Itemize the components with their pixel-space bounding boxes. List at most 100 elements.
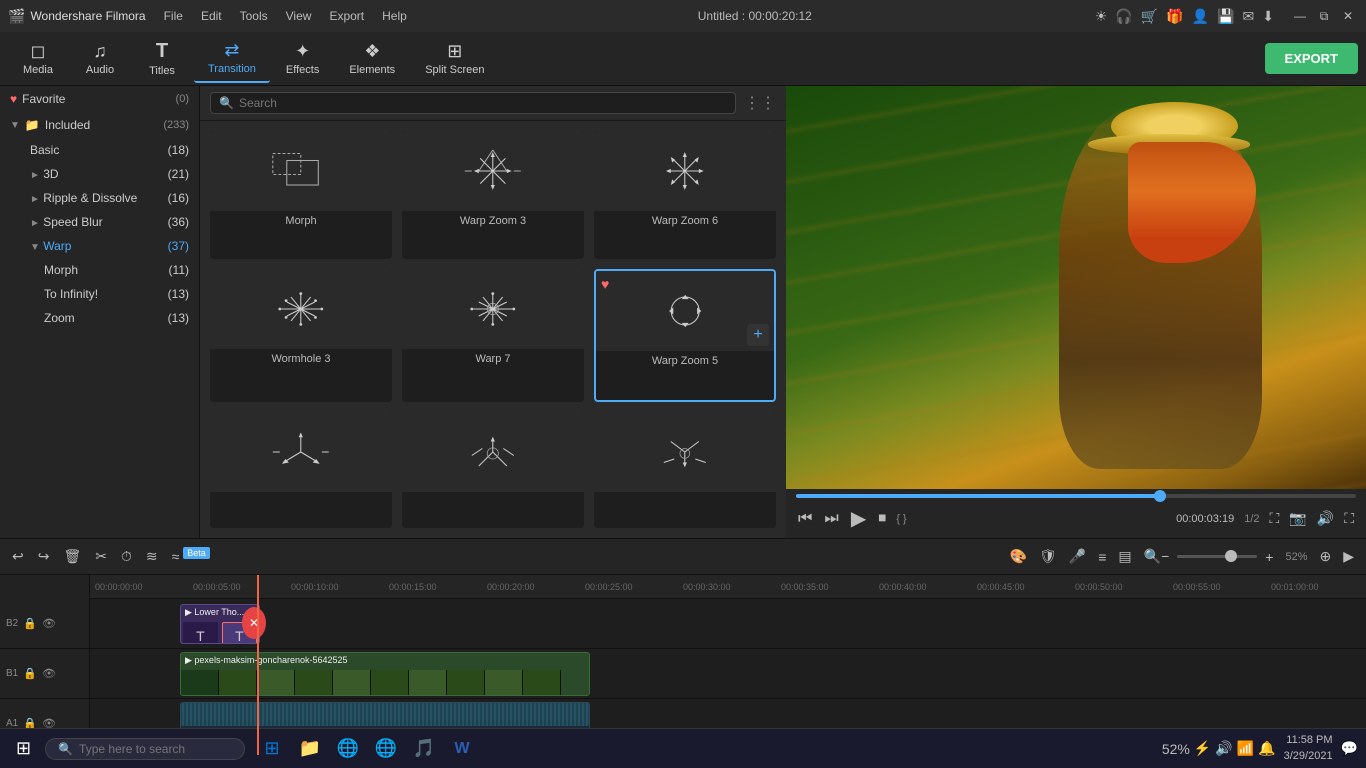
zoom-slider[interactable] (1177, 555, 1257, 558)
toolbar-transition[interactable]: ⇄ Transition (194, 35, 270, 83)
taskbar-app-windows[interactable]: ⊞ (255, 732, 289, 766)
search-box[interactable]: 🔍 (210, 92, 736, 114)
category-favorite[interactable]: ♥ Favorite (0) (0, 86, 199, 112)
fullscreen-button[interactable]: ⛶ (1268, 508, 1282, 529)
category-warp[interactable]: ▼ Warp (37) (0, 234, 199, 258)
mic-button[interactable]: 🎤 (1065, 546, 1090, 567)
brightness-icon[interactable]: ☀ (1095, 8, 1108, 25)
step-back-button[interactable]: ⏮ (796, 508, 814, 530)
stop-button[interactable]: ⏹ (876, 508, 888, 530)
taskbar-app-music[interactable]: 🎵 (407, 732, 441, 766)
account-icon[interactable]: 👤 (1192, 8, 1209, 25)
save-icon[interactable]: 💾 (1217, 8, 1234, 25)
chevron-right-icon: ► (30, 170, 40, 181)
audio-button[interactable]: ≈ Beta (168, 546, 214, 567)
menu-edit[interactable]: Edit (193, 7, 230, 25)
grid-toggle-icon[interactable]: ⋮⋮ (744, 93, 776, 113)
lock-icon-b2[interactable]: 🔒 (23, 617, 37, 630)
export-button[interactable]: EXPORT (1265, 43, 1358, 74)
close-button[interactable]: ✕ (1338, 6, 1358, 26)
zoom-in-button[interactable]: + (1261, 547, 1277, 567)
toolbar-audio[interactable]: ♫ Audio (70, 35, 130, 83)
transition-warp7[interactable]: Warp 7 (402, 269, 584, 401)
toolbar-media[interactable]: ◻ Media (8, 35, 68, 83)
transition-wormhole3[interactable]: Wormhole 3 (210, 269, 392, 401)
headphone-icon[interactable]: 🎧 (1115, 8, 1132, 25)
volume-button[interactable]: 🔊 (1315, 508, 1336, 529)
fit-button[interactable]: ⊕ (1315, 546, 1335, 567)
category-3d[interactable]: ► 3D (21) (0, 162, 199, 186)
taskbar-app-word[interactable]: W (445, 732, 479, 766)
toolbar-effects[interactable]: ✦ Effects (272, 35, 333, 83)
category-morph[interactable]: Morph (11) (0, 258, 199, 282)
add-transition-icon[interactable]: + (747, 324, 769, 346)
progress-thumb[interactable] (1154, 490, 1166, 502)
undo-button[interactable]: ↩ (8, 546, 28, 567)
transition-warpzoom3[interactable]: Warp Zoom 3 (402, 131, 584, 259)
transition-warpzoom5[interactable]: ♥ + Warp Zoom 5 (594, 269, 776, 401)
transition-row3c[interactable] (594, 412, 776, 528)
menu-tools[interactable]: Tools (232, 7, 276, 25)
minimize-button[interactable]: — (1290, 6, 1310, 26)
basic-count: (18) (168, 143, 189, 157)
eye-icon-b2[interactable]: 👁 (42, 617, 56, 630)
gift-icon[interactable]: 🎁 (1166, 8, 1183, 25)
category-basic[interactable]: Basic (18) (0, 138, 199, 162)
taskbar-app-chrome[interactable]: 🌐 (369, 732, 403, 766)
mail-icon[interactable]: ✉ (1243, 8, 1255, 25)
subtitle-button[interactable]: ▤ (1114, 546, 1135, 567)
category-toinfinity[interactable]: To Infinity! (13) (0, 282, 199, 306)
category-zoom[interactable]: Zoom (13) (0, 306, 199, 330)
taskbar-app-folder[interactable]: 📁 (293, 732, 327, 766)
duration-button[interactable]: ⏱ (117, 546, 136, 567)
menu-export[interactable]: Export (321, 7, 372, 25)
play-button[interactable]: ▶ (849, 504, 868, 533)
start-button[interactable]: ⊞ (8, 734, 39, 763)
transition-warpzoom6[interactable]: Warp Zoom 6 (594, 131, 776, 259)
menu-file[interactable]: File (156, 7, 191, 25)
category-speedblur[interactable]: ► Speed Blur (36) (0, 210, 199, 234)
download-icon[interactable]: ⬇ (1262, 8, 1274, 25)
video-clip[interactable]: ▶ pexels-maksim-goncharenok-5642525 (180, 652, 590, 696)
redo-button[interactable]: ↪ (34, 546, 54, 567)
category-ripple[interactable]: ► Ripple & Dissolve (16) (0, 186, 199, 210)
volume-icon[interactable]: 🔊 (1215, 740, 1232, 757)
shop-icon[interactable]: 🛒 (1141, 8, 1158, 25)
notification-icon[interactable]: 🔔 (1258, 740, 1275, 757)
toolbar-titles[interactable]: T Titles (132, 35, 192, 83)
notification-panel-icon[interactable]: 💬 (1341, 740, 1358, 757)
color-button[interactable]: 🎨 (1006, 546, 1031, 567)
menu-view[interactable]: View (278, 7, 320, 25)
menu-help[interactable]: Help (374, 7, 415, 25)
zoom-out-button[interactable]: 🔍− (1140, 546, 1174, 567)
transition-row3a[interactable] (210, 412, 392, 528)
taskbar-search[interactable]: 🔍 (45, 738, 245, 760)
progress-bar[interactable] (796, 494, 1356, 498)
lock-icon-b1[interactable]: 🔒 (23, 667, 37, 680)
category-included[interactable]: ▼ 📁 Included (233) (0, 112, 199, 138)
caption-button[interactable]: ≡ (1094, 547, 1110, 567)
transition-marker[interactable]: ✕ (242, 607, 266, 639)
expand-button[interactable]: ⛶ (1342, 508, 1356, 529)
split-button[interactable]: ≋ (142, 546, 162, 567)
maximize-button[interactable]: ⧉ (1314, 6, 1334, 26)
taskbar-app-edge[interactable]: 🌐 (331, 732, 365, 766)
transition-row3b[interactable] (402, 412, 584, 528)
taskbar-clock[interactable]: 11:58 PM 3/29/2021 (1284, 733, 1333, 764)
included-count: (233) (163, 119, 189, 131)
zoom-thumb[interactable] (1225, 550, 1237, 562)
search-input[interactable] (239, 96, 727, 110)
taskbar-search-input[interactable] (79, 742, 234, 756)
network-icon[interactable]: 📶 (1237, 740, 1254, 757)
transition-morph[interactable]: Morph (210, 131, 392, 259)
toolbar-elements[interactable]: ❖ Elements (335, 35, 409, 83)
elements-label: Elements (349, 64, 395, 76)
screenshot-button[interactable]: 📷 (1287, 508, 1308, 529)
ai-button[interactable]: 🛡 (1035, 546, 1061, 567)
eye-icon-b1[interactable]: 👁 (42, 667, 56, 680)
delete-button[interactable]: 🗑 (59, 546, 85, 567)
more-button[interactable]: ▶ (1339, 546, 1358, 567)
toolbar-splitscreen[interactable]: ⊞ Split Screen (411, 35, 498, 83)
cut-button[interactable]: ✂ (91, 546, 111, 567)
frame-back-button[interactable]: ⏭ (822, 508, 840, 530)
